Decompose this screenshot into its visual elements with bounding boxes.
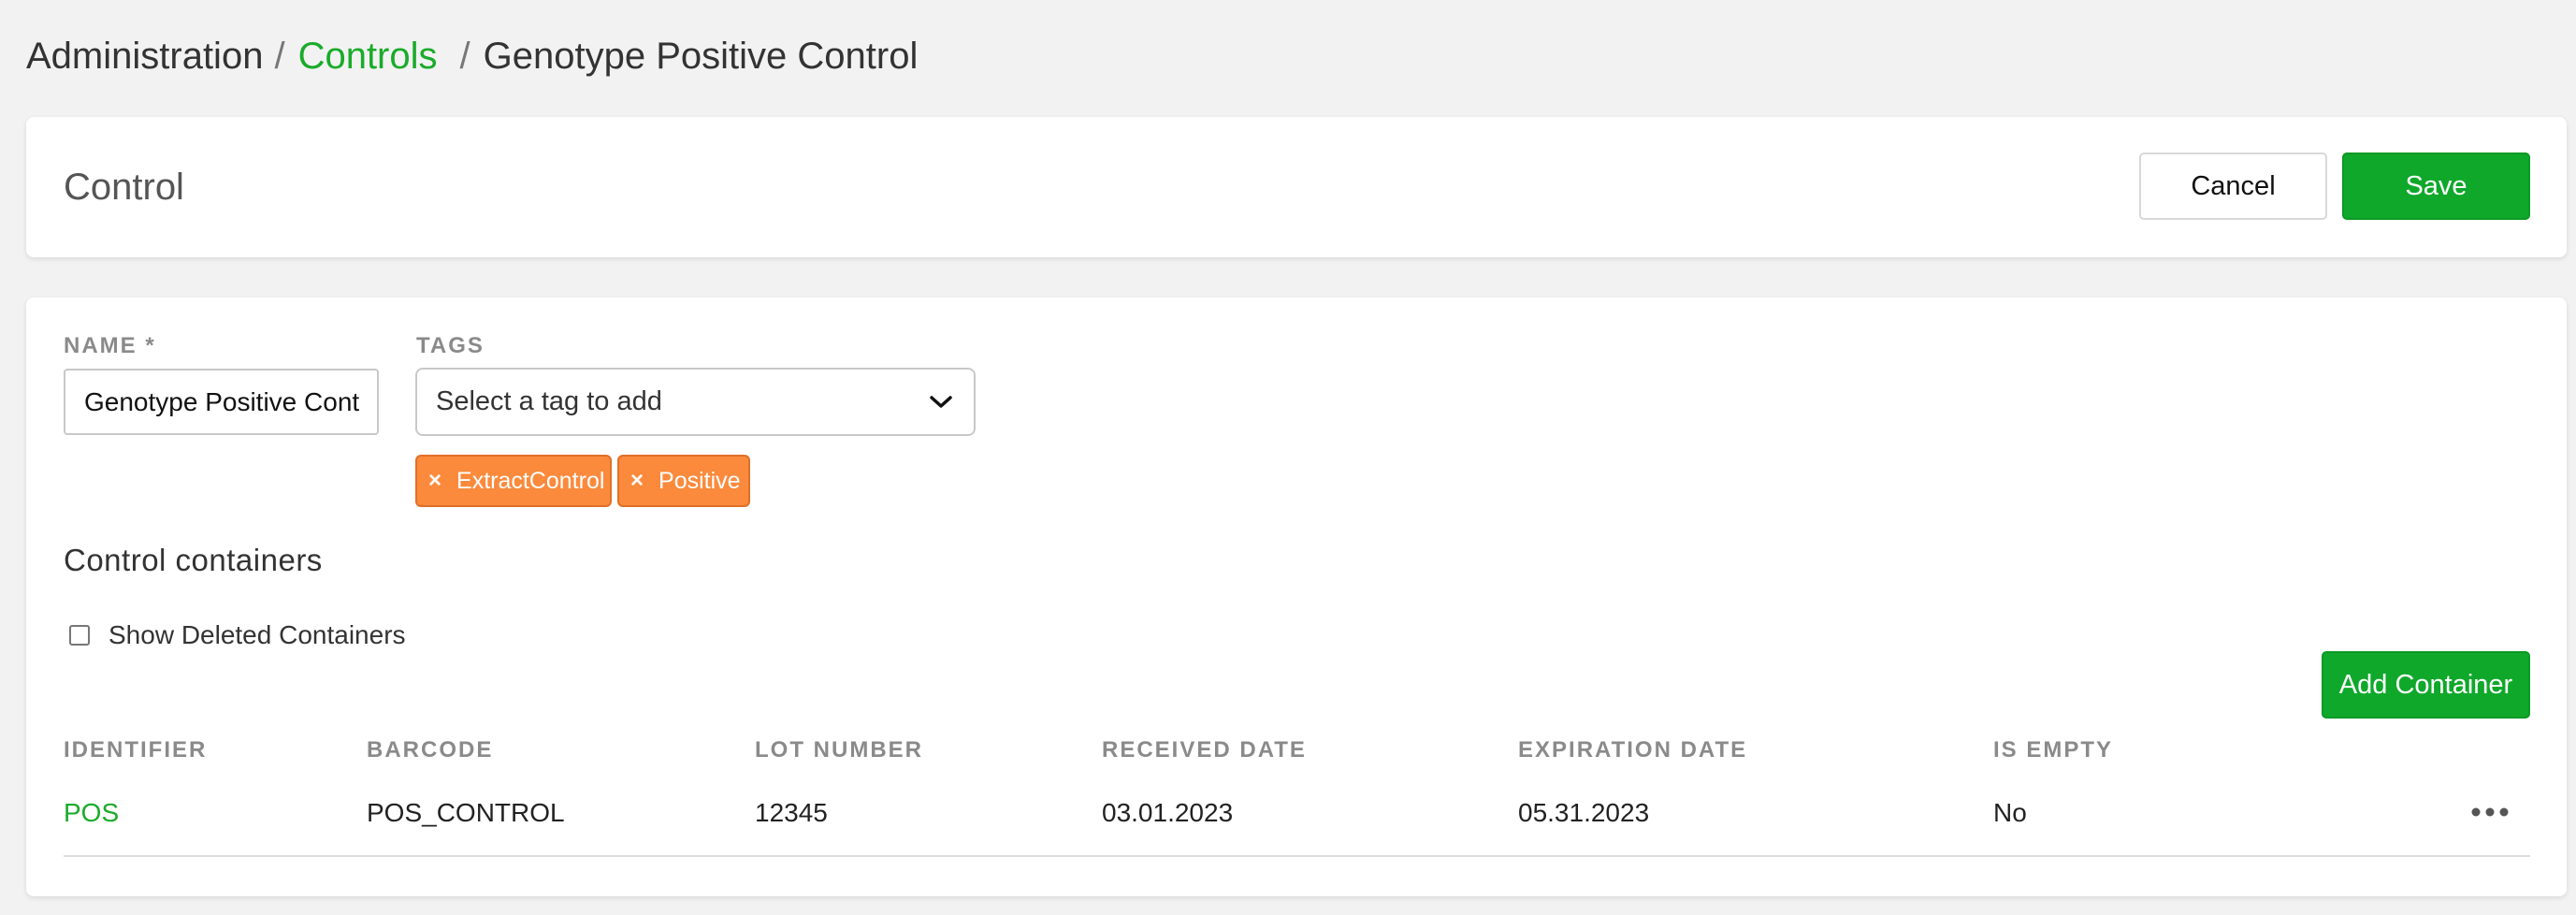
- breadcrumb: Administration / Controls / Genotype Positiv…: [26, 28, 918, 84]
- identifier-link[interactable]: POS: [64, 798, 119, 828]
- tag-select[interactable]: Select a tag to add: [415, 368, 976, 436]
- name-label: NAME *: [64, 333, 156, 358]
- breadcrumb-controls-link[interactable]: Controls: [298, 36, 438, 77]
- tags-label: TAGS: [416, 333, 485, 358]
- show-deleted-row: Show Deleted Containers: [69, 620, 406, 650]
- tag-chip-positive: × Positive: [617, 455, 750, 507]
- close-icon[interactable]: ×: [428, 468, 441, 494]
- breadcrumb-current: Genotype Positive Control: [483, 36, 919, 77]
- save-button[interactable]: Save: [2342, 152, 2530, 220]
- tag-select-placeholder: Select a tag to add: [436, 386, 662, 416]
- tag-chip-label: ExtractControl: [456, 467, 605, 494]
- page-title: Control: [64, 167, 184, 208]
- breadcrumb-administration[interactable]: Administration: [26, 36, 263, 77]
- name-input[interactable]: Genotype Positive Cont: [64, 369, 379, 435]
- add-container-button[interactable]: Add Container: [2322, 651, 2530, 719]
- column-header-barcode: BARCODE: [367, 737, 494, 762]
- control-header-card: Control Cancel Save: [26, 117, 2567, 257]
- column-header-lot-number: LOT NUMBER: [755, 737, 923, 762]
- chevron-down-icon: [929, 389, 955, 415]
- tag-chip-label: Positive: [658, 467, 741, 494]
- barcode-cell: POS_CONTROL: [367, 798, 565, 827]
- show-deleted-label[interactable]: Show Deleted Containers: [109, 620, 406, 650]
- expiration-date-cell: 05.31.2023: [1518, 798, 1650, 827]
- control-form-card: NAME * Genotype Positive Cont TAGS Selec…: [26, 298, 2567, 896]
- column-header-is-empty: IS EMPTY: [1993, 737, 2114, 762]
- column-header-received-date: RECEIVED DATE: [1102, 737, 1307, 762]
- close-icon[interactable]: ×: [630, 468, 644, 494]
- breadcrumb-separator: /: [459, 36, 470, 77]
- tag-chip-extractcontrol: × ExtractControl: [415, 455, 612, 507]
- row-divider: [64, 855, 2530, 857]
- lot-number-cell: 12345: [755, 798, 828, 827]
- received-date-cell: 03.01.2023: [1102, 798, 1234, 827]
- more-horizontal-icon[interactable]: [2469, 793, 2511, 831]
- column-header-expiration-date: EXPIRATION DATE: [1518, 737, 1748, 762]
- show-deleted-checkbox[interactable]: [69, 625, 90, 646]
- cancel-button[interactable]: Cancel: [2139, 152, 2327, 220]
- column-header-identifier: IDENTIFIER: [64, 737, 208, 762]
- section-title: Control containers: [64, 543, 323, 577]
- breadcrumb-separator: /: [274, 36, 285, 77]
- is-empty-cell: No: [1993, 798, 2027, 827]
